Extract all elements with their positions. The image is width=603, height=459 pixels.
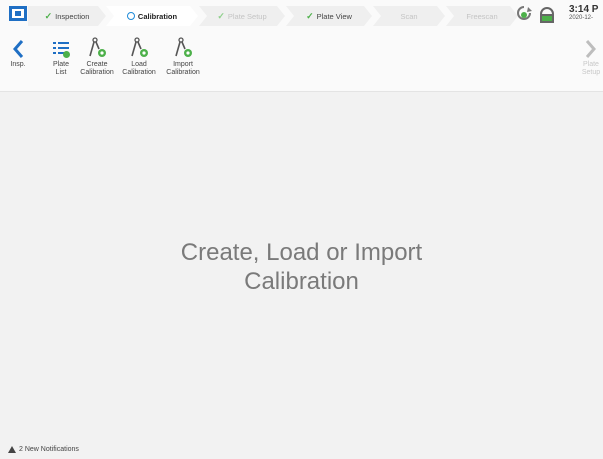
tab-label: Plate View [316, 11, 352, 21]
message-line-2: Calibration [244, 268, 359, 295]
back-label: Insp. [10, 61, 26, 68]
tab-label: Plate Setup [227, 11, 267, 21]
create-calibration-label: Create Calibration [80, 61, 114, 76]
import-calibration-button[interactable]: Import Calibration [161, 33, 205, 76]
clock-time: 3:14 P [569, 4, 599, 15]
import-calibration-label: Import Calibration [166, 61, 200, 76]
sync-icon[interactable] [515, 4, 533, 24]
tab-plate-view[interactable]: ✓ Plate View [286, 6, 372, 26]
message-line-1: Create, Load or Import [180, 239, 423, 266]
workflow-tabs: ✓ Inspection Calibration ✓ Plate Setup ✓… [28, 2, 518, 31]
chevron-left-icon [13, 40, 24, 58]
app-menu-icon[interactable] [8, 5, 28, 22]
load-calibration-label: Load Calibration [122, 61, 156, 76]
tab-label: Freescan [466, 11, 498, 21]
empty-state-message: Create, Load or Import Calibration [0, 238, 603, 296]
warning-icon [8, 446, 16, 453]
load-calibration-button[interactable]: Load Calibration [118, 33, 160, 76]
check-icon: ✓ [306, 10, 314, 21]
status-area: 3:14 P 2020-12- [511, 3, 603, 29]
tab-plate-setup[interactable]: ✓ Plate Setup [199, 6, 285, 26]
battery-icon [540, 7, 554, 23]
compass-load-icon [131, 37, 148, 57]
tab-label: Inspection [55, 11, 90, 21]
toolbar: Insp. Plate List Create Calibration Load… [0, 33, 603, 92]
current-step-icon [127, 12, 135, 20]
back-button[interactable]: Insp. [7, 33, 29, 69]
notifications-label: 2 New Notifications [19, 446, 79, 453]
create-calibration-button[interactable]: Create Calibration [76, 33, 118, 76]
chevron-right-icon [585, 40, 596, 58]
tab-inspection[interactable]: ✓ Inspection [28, 6, 106, 26]
tab-freescan[interactable]: Freescan [446, 6, 518, 26]
compass-import-icon [175, 37, 192, 57]
top-bar: ✓ Inspection Calibration ✓ Plate Setup ✓… [0, 0, 603, 33]
tab-scan[interactable]: Scan [373, 6, 445, 26]
next-label: Plate Setup [581, 61, 601, 76]
plate-list-button[interactable]: Plate List [46, 33, 76, 76]
list-icon [53, 42, 70, 58]
tab-calibration[interactable]: Calibration [106, 6, 198, 26]
check-icon: ✓ [44, 10, 53, 21]
tab-label: Scan [400, 11, 418, 21]
clock-date: 2020-12- [569, 15, 594, 21]
notifications-link[interactable]: 2 New Notifications [8, 446, 79, 453]
check-icon: ✓ [217, 10, 225, 21]
next-button[interactable]: Plate Setup [580, 33, 602, 76]
tab-label: Calibration [137, 11, 178, 21]
plate-list-label: Plate List [53, 61, 69, 76]
compass-add-icon [89, 37, 106, 57]
